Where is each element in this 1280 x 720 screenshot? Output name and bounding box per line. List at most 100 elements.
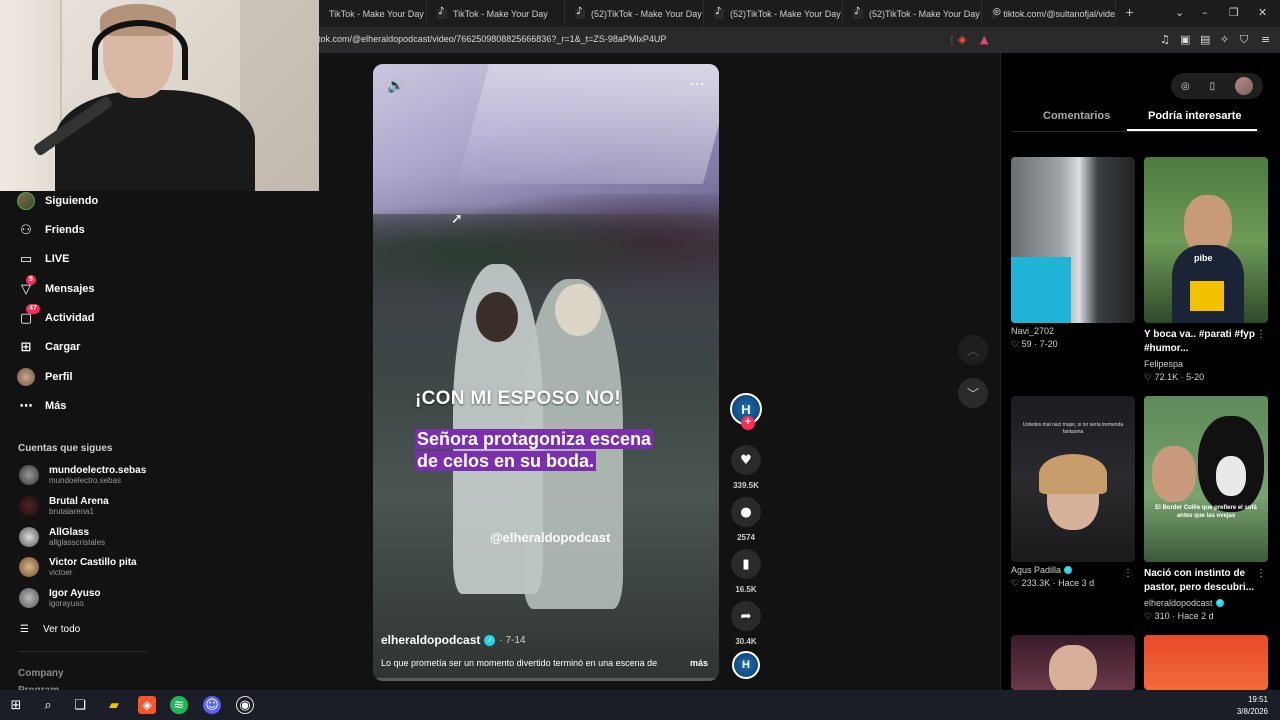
share-button[interactable]: ➦ 30.4K [729, 601, 763, 646]
avatar [19, 588, 39, 608]
avatar [19, 465, 39, 485]
sidebar-item-mas[interactable]: ⋯ Más [17, 396, 67, 416]
card-username: Felipespa [1144, 359, 1184, 369]
video-thumbnail[interactable]: El Border Collie que prefiere el sofá an… [1144, 396, 1268, 562]
video-thumbnail[interactable]: pibe [1144, 157, 1268, 323]
video-thumbnail[interactable] [1011, 157, 1135, 323]
card-meta: ♡ 59 · 7-20 [1011, 339, 1058, 349]
chevron-down-icon[interactable]: ⌄ [1175, 6, 1184, 19]
video-thumbnail[interactable]: Ustedes mal naci mujer, si no sería trem… [1011, 396, 1135, 562]
followed-account[interactable]: Brutal Arena brutalarena1 [19, 494, 109, 518]
music-disc-icon[interactable]: H [732, 651, 760, 679]
followed-account[interactable]: mundoelectro.sebas mundoelectro.sebas [19, 463, 146, 487]
card-user[interactable]: elheraldopodcast ✓ [1144, 598, 1268, 608]
footer-link-company[interactable]: Company [18, 668, 64, 679]
like-button[interactable]: ♥ 339.5K [729, 445, 763, 490]
video-thumbnail[interactable] [1144, 635, 1268, 690]
followed-account[interactable]: Igor Ayuso igorayuso [19, 586, 100, 610]
screen: TikTok - Make Your Day TikTok - Make You… [0, 0, 1280, 720]
browser-tab[interactable]: TikTok - Make Your Day [427, 0, 565, 27]
sidebar-item-mensajes[interactable]: ▽ 5 Mensajes [17, 275, 95, 299]
sidebar-item-live[interactable]: ▭ LIVE [17, 249, 70, 269]
card-user[interactable]: Navi_2702 [1011, 326, 1135, 336]
sidebar-icon[interactable]: ▣ [1180, 33, 1190, 46]
share-icon[interactable]: ➦ [731, 601, 761, 631]
tab-title: (52)TikTok - Make Your Day [730, 8, 841, 19]
author-name[interactable]: elheraldopodcast [381, 633, 480, 647]
more-link[interactable]: más [690, 658, 708, 668]
browser-tab[interactable]: (52)TikTok - Make Your Day [843, 0, 982, 27]
recommended-video-card[interactable]: pibe ⋮ Y boca va.. #parati #fyp #humor..… [1144, 157, 1268, 383]
video-subtitle-text: Señora protagoniza escena de celos en su… [415, 429, 654, 471]
tab-podria-interesarte[interactable]: Podría interesarte [1148, 110, 1242, 122]
device-icon[interactable]: ▯ [1210, 81, 1216, 92]
card-username: elheraldopodcast [1144, 598, 1213, 608]
sidebar-item-siguiendo[interactable]: Siguiendo [17, 191, 98, 211]
video-thumbnail[interactable] [1011, 635, 1135, 690]
minimize-icon[interactable]: – [1202, 6, 1208, 19]
menu-icon[interactable]: ≡ [1261, 33, 1270, 46]
browser-tab-active[interactable]: tiktok.com/@sultanofjal/vide [982, 0, 1116, 27]
url-field[interactable]: tok.com/@elheraldopodcast/video/76625098… [318, 34, 666, 44]
brave-rewards-icon[interactable]: ▲ [980, 33, 988, 46]
obs-icon[interactable]: ◉ [236, 696, 254, 714]
more-options-icon[interactable]: ⋮ [1256, 329, 1266, 340]
bookmark-icon[interactable]: ▮ [731, 549, 761, 579]
browser-tab[interactable]: TikTok - Make Your Day [319, 0, 427, 27]
sidebar-item-cargar[interactable]: ⊞ Cargar [17, 337, 81, 357]
video-player[interactable]: 🔊 ⋯ ¡CON MI ESPOSO NO! Señora protagoniz… [373, 64, 719, 681]
browser-tab[interactable]: (52)TikTok - Make Your Day [565, 0, 704, 27]
followed-account[interactable]: Victor Castillo pita victoer [19, 555, 137, 579]
recommended-video-card[interactable]: Navi_2702 ♡ 59 · 7-20 [1011, 157, 1135, 350]
windows-start-icon[interactable]: ⊞ [7, 696, 25, 714]
comment-button[interactable]: ● 2574 [729, 497, 763, 542]
volume-icon[interactable]: 🔊 [387, 78, 404, 94]
system-clock[interactable]: 19:51 3/8/2026 [1237, 694, 1268, 718]
author-avatar-button[interactable]: H + [729, 393, 763, 430]
close-icon[interactable]: ✕ [1258, 6, 1267, 19]
more-options-icon[interactable]: ⋮ [1123, 568, 1133, 579]
heart-icon[interactable]: ♥ [731, 445, 761, 475]
browser-tab[interactable]: (52)TikTok - Make Your Day [704, 0, 843, 27]
task-view-icon[interactable]: ❏ [71, 696, 89, 714]
search-icon[interactable]: ⌕ [39, 696, 57, 714]
maximize-icon[interactable]: ❐ [1229, 6, 1239, 19]
tab-comentarios[interactable]: Comentarios [1043, 110, 1110, 122]
see-all-link[interactable]: ☰ Ver todo [20, 624, 80, 635]
comment-icon[interactable]: ● [731, 497, 761, 527]
more-options-icon[interactable]: ⋯ [689, 74, 705, 93]
recommended-video-card[interactable]: El Border Collie que prefiere el sofá an… [1144, 396, 1268, 622]
sidebar-item-friends[interactable]: ⚇ Friends [17, 220, 85, 240]
globe-icon [992, 7, 1001, 19]
brave-shield-icon[interactable]: ◈ [958, 33, 966, 46]
wallet-icon[interactable]: ▤ [1200, 33, 1210, 46]
avatar[interactable]: H + [730, 393, 762, 430]
next-video-button[interactable]: ﹀ [958, 378, 988, 408]
follow-plus-icon[interactable]: + [741, 416, 755, 430]
active-tab-indicator [1127, 129, 1257, 131]
video-progress-bar[interactable] [373, 678, 719, 681]
save-button[interactable]: ▮ 16.5K [729, 549, 763, 594]
card-user[interactable]: Felipespa [1144, 359, 1268, 369]
compass-icon[interactable]: ◎ [1181, 81, 1190, 92]
video-frame [555, 284, 601, 336]
vpn-icon[interactable]: ⛉ [1240, 33, 1248, 47]
previous-video-button[interactable]: ︿ [958, 335, 988, 365]
spotify-icon[interactable]: ≋ [170, 696, 188, 714]
video-author[interactable]: elheraldopodcast ✓ · 7-14 [381, 633, 525, 647]
recommended-video-card[interactable]: Ustedes mal naci mujer, si no sería trem… [1011, 396, 1135, 589]
new-tab-icon[interactable]: + [1125, 6, 1134, 19]
avatar[interactable] [1235, 77, 1254, 95]
media-icon[interactable]: ♫ [1160, 33, 1170, 46]
more-options-icon[interactable]: ⋮ [1256, 568, 1266, 579]
sidebar-item-actividad[interactable]: ▢ 47 Actividad [17, 304, 95, 328]
sidebar-item-perfil[interactable]: Perfil [17, 367, 73, 387]
leo-icon[interactable]: ✧ [1220, 33, 1229, 46]
sound-disc-button[interactable]: H [729, 651, 763, 679]
card-user[interactable]: Agus Padilla ✓ [1011, 565, 1135, 575]
sidebar-item-label: LIVE [45, 253, 70, 265]
brave-browser-icon[interactable]: ◈ [138, 696, 156, 714]
followed-account[interactable]: AllGlass allglasscristales [19, 525, 105, 549]
file-explorer-icon[interactable]: ▰ [105, 696, 123, 714]
discord-icon[interactable]: ☺ [203, 696, 221, 714]
